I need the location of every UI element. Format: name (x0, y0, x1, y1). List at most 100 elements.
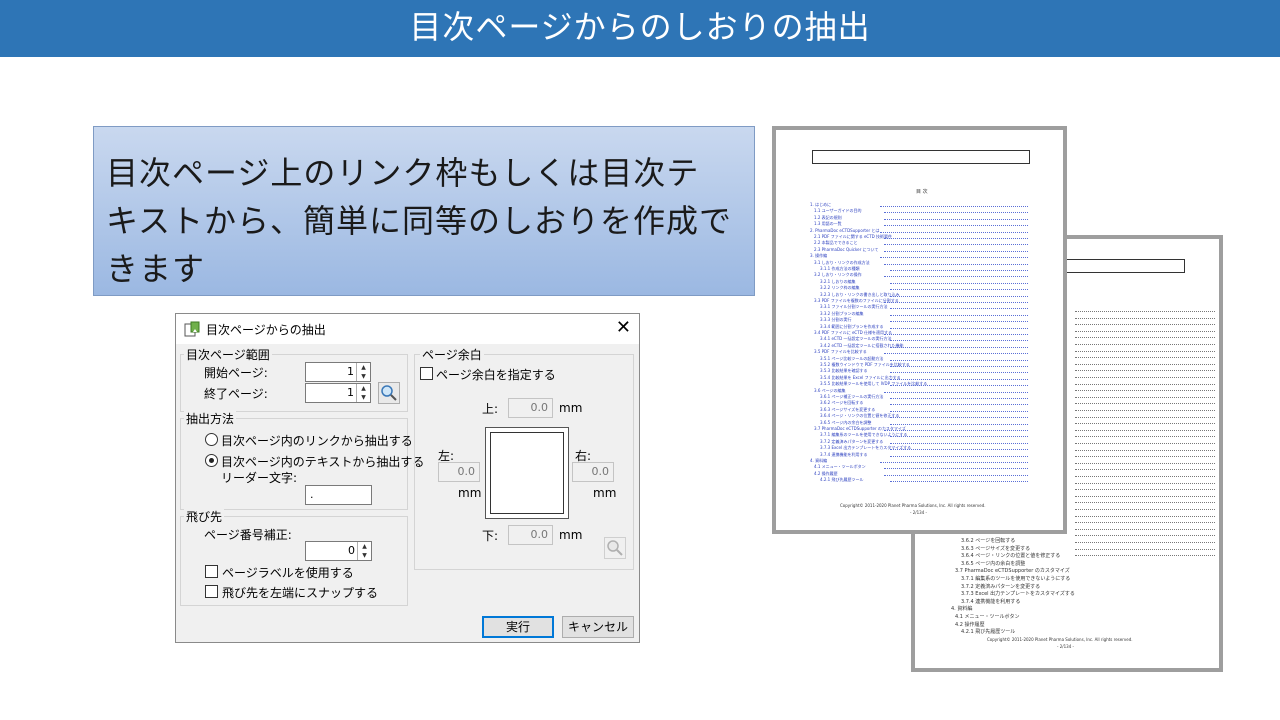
toc-entry[interactable]: 3.6.3 ページサイズを変更する (820, 407, 875, 413)
toc-entry[interactable]: 4.2.1 飛び先履歴ツール (820, 477, 863, 483)
toc-entry[interactable]: 3.6.3 ページサイズを変更する (961, 545, 1030, 552)
end-page-arrows[interactable]: ▲ ▼ (356, 384, 370, 402)
margin-checkbox[interactable] (420, 367, 433, 380)
toc-entry[interactable]: 3.7.2 定義済みパターンを変更する (820, 439, 883, 445)
toc-entry[interactable]: 4.2 操作履歴 (955, 621, 985, 628)
toc-leader (880, 257, 1028, 259)
toc-entry[interactable]: 3.6.5 ページ内の余白を調整 (820, 420, 871, 426)
toc-entry[interactable]: 3.5 PDF ファイルを比較する (814, 349, 867, 355)
toc-entry[interactable]: 3.6.2 ページを回転する (820, 400, 863, 406)
toc-leader (1075, 383, 1215, 385)
slide-title: 目次ページからのしおりの抽出 (0, 0, 1280, 57)
toc-entry[interactable]: 4.1 メニュー・ツールボタン (814, 464, 866, 470)
toc-leader (880, 206, 1028, 207)
snap-left-checkbox[interactable] (205, 585, 218, 598)
toc-leader (884, 225, 1028, 227)
bottom-margin-input[interactable]: 0.0 (508, 525, 553, 545)
start-page-label: 開始ページ: (204, 366, 268, 380)
toc-entry[interactable]: 3.4.2 eCTD 一括設定ツールに搭載された機能 (820, 343, 904, 349)
toc-entry[interactable]: 3.7 PharmaDoc eCTDSupporter のカスタマイズ (955, 567, 1070, 574)
toc-leader (890, 270, 1028, 271)
document-front: 目 次 1. はじめに 1.1 ユーザーガイドの目的 1.2 表記の規則 1.3 用語… (772, 126, 1067, 534)
toc-leader (890, 417, 1028, 419)
use-page-label-text[interactable]: ページラベルを使用する (222, 564, 354, 581)
toc-entry[interactable]: 3.2 しおり・リンクの操作 (814, 272, 862, 278)
right-margin-input[interactable]: 0.0 (572, 462, 614, 482)
toc-entry[interactable]: 3.6.5 ページ内の余白を調整 (961, 560, 1025, 567)
toc-entry[interactable]: 4. 資料編 (951, 605, 972, 612)
toc-leader (1075, 495, 1215, 497)
cancel-button[interactable]: キャンセル (562, 616, 634, 638)
toc-entry[interactable]: 4.2 操作履歴 (814, 471, 838, 477)
top-margin-input[interactable]: 0.0 (508, 398, 553, 418)
page-offset-stepper[interactable]: 0 ▲ ▼ (305, 541, 372, 561)
toc-entry[interactable]: 3.5.3 比較結果を確認する (820, 368, 867, 374)
margin-checkbox-label[interactable]: ページ余白を指定する (436, 366, 556, 383)
radio-extract-link[interactable] (205, 433, 218, 446)
toc-entry[interactable]: 3.1 しおり・リンクの作成方法 (814, 260, 870, 266)
toc-entry[interactable]: 3.7.1 編集系のツールを使用できないようにする (820, 432, 907, 438)
toc-entry[interactable]: 3.6.4 ページ・リンクの位置と値を修正する (820, 413, 899, 419)
radio-extract-link-label[interactable]: 目次ページ内のリンクから抽出する (221, 432, 413, 449)
toc-entry[interactable]: 3.5.5 比較結果ツールを使用して IVDP ファイルを比較する (820, 381, 927, 387)
toc-entry[interactable]: 3.6.2 ページを回転する (961, 537, 1015, 544)
toc-entry[interactable]: 3.6.4 ページ・リンクの位置と値を修正する (961, 552, 1060, 559)
toc-entry[interactable]: 3.7.4 連携機能を利用する (820, 452, 867, 458)
toc-entry[interactable]: 3.3.3 分割の実行 (820, 317, 851, 323)
radio-extract-text[interactable] (205, 454, 218, 467)
callout-box: 目次ページ上のリンク枠もしくは目次テ キストから、簡単に同等のしおりを作成で き… (93, 126, 755, 296)
end-page-value: 1 (347, 386, 354, 399)
toc-leader (1075, 535, 1215, 537)
toc-leader (890, 398, 1028, 399)
jump-group-label: 飛び先 (184, 508, 225, 525)
toc-leader (1075, 528, 1215, 530)
preview-search-button[interactable] (378, 382, 400, 404)
toc-entry[interactable]: 3.3.2 分割プランの編集 (820, 311, 863, 317)
toc-leader (1075, 489, 1215, 491)
page-offset-value: 0 (348, 544, 355, 557)
toc-entry[interactable]: 3.7.1 編集系のツールを使用できないようにする (961, 575, 1070, 582)
toc-entry[interactable]: 2.2 本製品でできること (814, 240, 858, 246)
toc-leader (890, 308, 1028, 310)
toc-entry[interactable]: 3.2.2 リンク枠の編集 (820, 285, 859, 291)
run-button[interactable]: 実行 (482, 616, 554, 638)
start-page-stepper[interactable]: 1 ▲ ▼ (305, 362, 371, 382)
toc-entry[interactable]: 3.7.3 Excel 出力テンプレートをカスタマイズする (961, 590, 1075, 597)
toc-entry[interactable]: 3.7.4 連携機能を利用する (961, 598, 1020, 605)
toc-leader (1075, 443, 1215, 444)
radio-extract-text-label[interactable]: 目次ページ内のテキストから抽出する (221, 453, 424, 470)
margin-preview-button[interactable] (604, 537, 626, 559)
toc-entry[interactable]: 4.1 メニュー・ツールボタン (955, 613, 1020, 620)
toc-entry[interactable]: 3.4.1 eCTD 一括設定ツールの実行方法 (820, 336, 892, 342)
snap-left-text[interactable]: 飛び先を左端にスナップする (222, 584, 378, 601)
toc-entry[interactable]: 3.2.1 しおりの編集 (820, 279, 855, 285)
page-offset-arrows[interactable]: ▲ ▼ (357, 542, 371, 560)
toc-entry[interactable]: 3.2.3 しおり・リンクの書き出しと取り込み (820, 292, 899, 298)
toc-entry[interactable]: 1.1 ユーザーガイドの目的 (814, 208, 862, 214)
left-margin-input[interactable]: 0.0 (438, 462, 480, 482)
toc-entry[interactable]: 3.6 ページの編集 (814, 388, 846, 394)
toc-entry[interactable]: 3.5.4 比較結果を Excel ファイルに出力する (820, 375, 901, 381)
toc-entry[interactable]: 4.2.1 飛び先履歴ツール (961, 628, 1015, 635)
toc-entry[interactable]: 3.3.1 ファイル分割ツールの実行方法 (820, 304, 887, 310)
use-page-label-checkbox[interactable] (205, 565, 218, 578)
toc-leader (890, 359, 1028, 361)
toc-leader (884, 250, 1028, 252)
toc-entry[interactable]: 1.2 表記の規則 (814, 215, 842, 221)
close-icon[interactable]: ✕ (616, 317, 631, 339)
toc-entry[interactable]: 2. PharmaDoc eCTDSupporter とは (810, 228, 879, 234)
toc-leader (1075, 403, 1215, 405)
toc-entry[interactable]: 3.5.1 ページ比較ツールの起動方法 (820, 356, 883, 362)
callout-line-3: きます (106, 250, 206, 288)
end-page-stepper[interactable]: 1 ▲ ▼ (305, 383, 371, 403)
toc-entry[interactable]: 2.3 PharmaDoc Quicker について (814, 247, 878, 253)
toc-leader (884, 302, 1028, 303)
toc-entry[interactable]: 1.3 用語の一覧 (814, 221, 842, 227)
toc-entry[interactable]: 3.3.4 範囲に分割プランを作成する (820, 324, 883, 330)
back-doc-footer: Copyright© 2011-2020 Planet Pharma Solut… (987, 637, 1133, 642)
leader-char-input[interactable]: . (305, 485, 372, 505)
toc-entry[interactable]: 3.7.3 Excel 出力テンプレートをカスタマイズする (820, 445, 911, 451)
start-page-arrows[interactable]: ▲ ▼ (356, 363, 370, 381)
toc-entry[interactable]: 3.7.2 定義済みパターンを変更する (961, 583, 1040, 590)
toc-entry[interactable]: 3. 操作編 (810, 253, 827, 259)
